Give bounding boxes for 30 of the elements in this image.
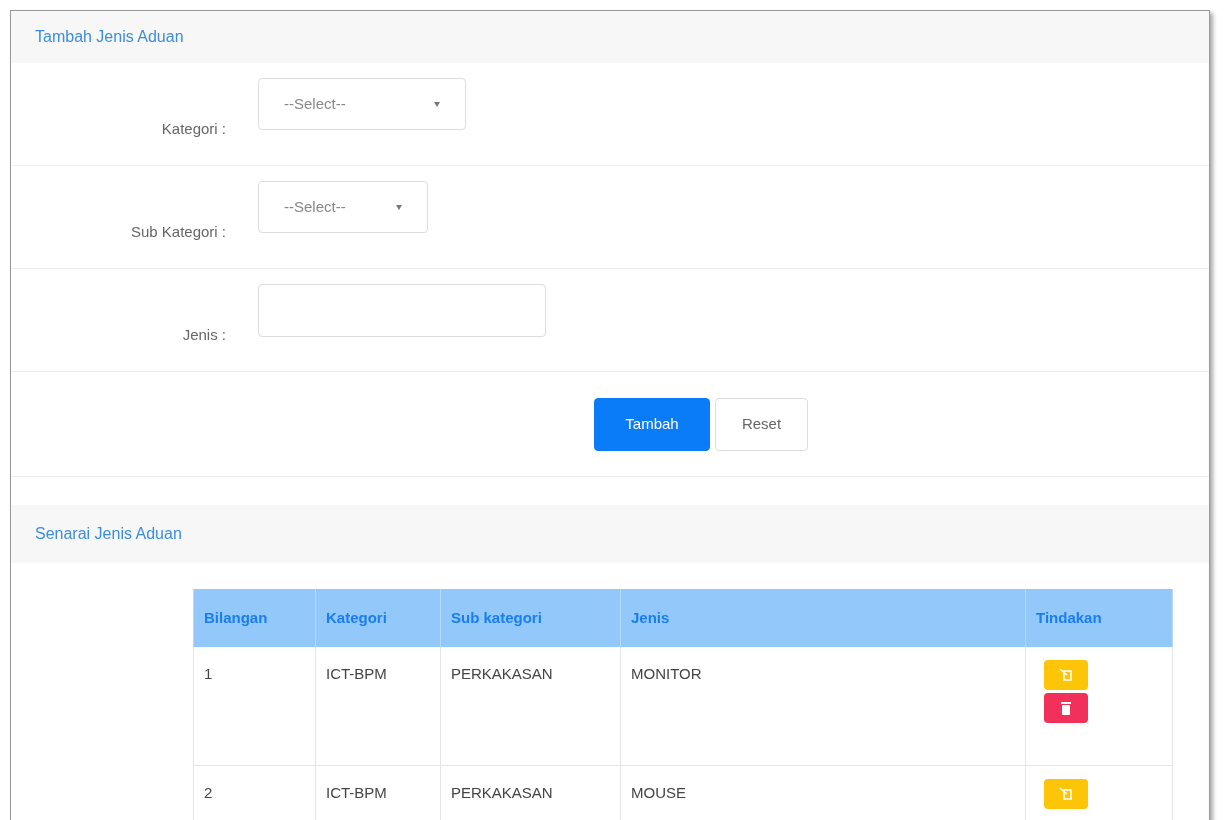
- column-header: Kategori: [315, 589, 441, 647]
- field-label: Sub Kategori :: [129, 221, 227, 242]
- table-cell: PERKAKASAN: [440, 765, 621, 820]
- edit-icon: [1059, 668, 1073, 682]
- input-field[interactable]: [258, 283, 546, 337]
- select-field[interactable]: --Select--: [258, 181, 428, 233]
- field-label: Jenis :: [181, 324, 227, 345]
- table-cell: MOUSE: [620, 765, 1026, 820]
- column-header: Jenis: [620, 589, 1026, 647]
- section-title: Tambah Jenis Aduan: [35, 27, 184, 47]
- table-cell: ICT-BPM: [315, 765, 441, 820]
- caret-icon: [396, 204, 402, 210]
- table-cell: MONITOR: [620, 647, 1026, 765]
- delete-button[interactable]: [1044, 693, 1088, 723]
- column-header: Tindakan: [1025, 589, 1173, 647]
- add-button[interactable]: Tambah: [594, 397, 710, 451]
- table-cell: 2: [193, 765, 316, 820]
- section-title: Senarai Jenis Aduan: [35, 524, 182, 544]
- table-cell: ICT-BPM: [315, 647, 441, 765]
- column-header: Sub kategori: [440, 589, 621, 647]
- table-cell: PERKAKASAN: [440, 647, 621, 765]
- reset-button[interactable]: Reset: [715, 397, 808, 451]
- edit-button[interactable]: [1044, 778, 1088, 809]
- trash-icon: [1060, 701, 1072, 715]
- field-label: Kategori :: [160, 118, 227, 139]
- edit-icon: [1059, 786, 1073, 801]
- select-field[interactable]: --Select--: [258, 78, 466, 130]
- caret-icon: [434, 101, 440, 107]
- column-header: Bilangan: [193, 589, 316, 647]
- table-cell: 1: [193, 647, 316, 765]
